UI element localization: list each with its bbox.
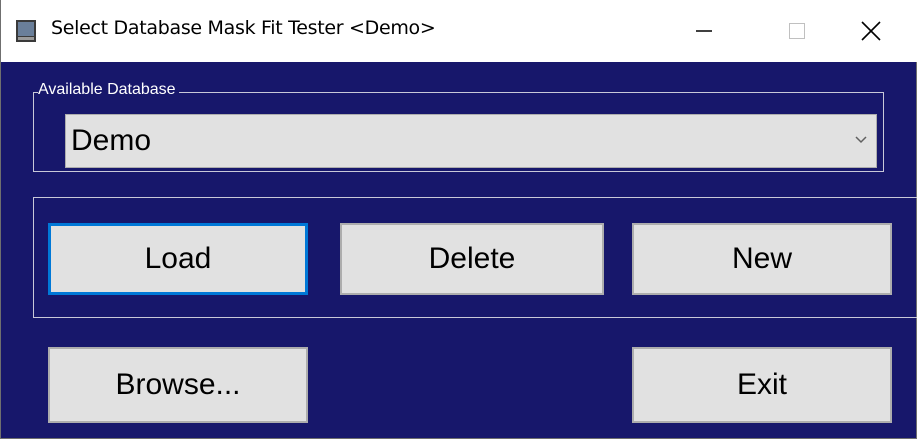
database-select-value: Demo	[71, 124, 152, 157]
delete-button[interactable]: Delete	[340, 223, 604, 295]
dialog-window: Select Database Mask Fit Tester <Demo> A…	[0, 0, 917, 439]
app-icon	[16, 20, 36, 42]
load-button[interactable]: Load	[48, 223, 308, 295]
minimize-button[interactable]	[658, 0, 750, 62]
database-select[interactable]: Demo	[65, 114, 877, 168]
new-button[interactable]: New	[632, 223, 892, 295]
window-title: Select Database Mask Fit Tester <Demo>	[51, 17, 436, 39]
chevron-down-icon	[855, 136, 867, 144]
title-bar[interactable]: Select Database Mask Fit Tester <Demo>	[1, 0, 917, 62]
available-database-legend: Available Database	[38, 81, 179, 99]
browse-button[interactable]: Browse...	[48, 347, 308, 423]
close-button[interactable]	[825, 0, 917, 62]
maximize-icon	[789, 23, 805, 39]
exit-button[interactable]: Exit	[632, 347, 892, 423]
minimize-icon	[696, 30, 712, 32]
close-icon	[861, 21, 881, 41]
